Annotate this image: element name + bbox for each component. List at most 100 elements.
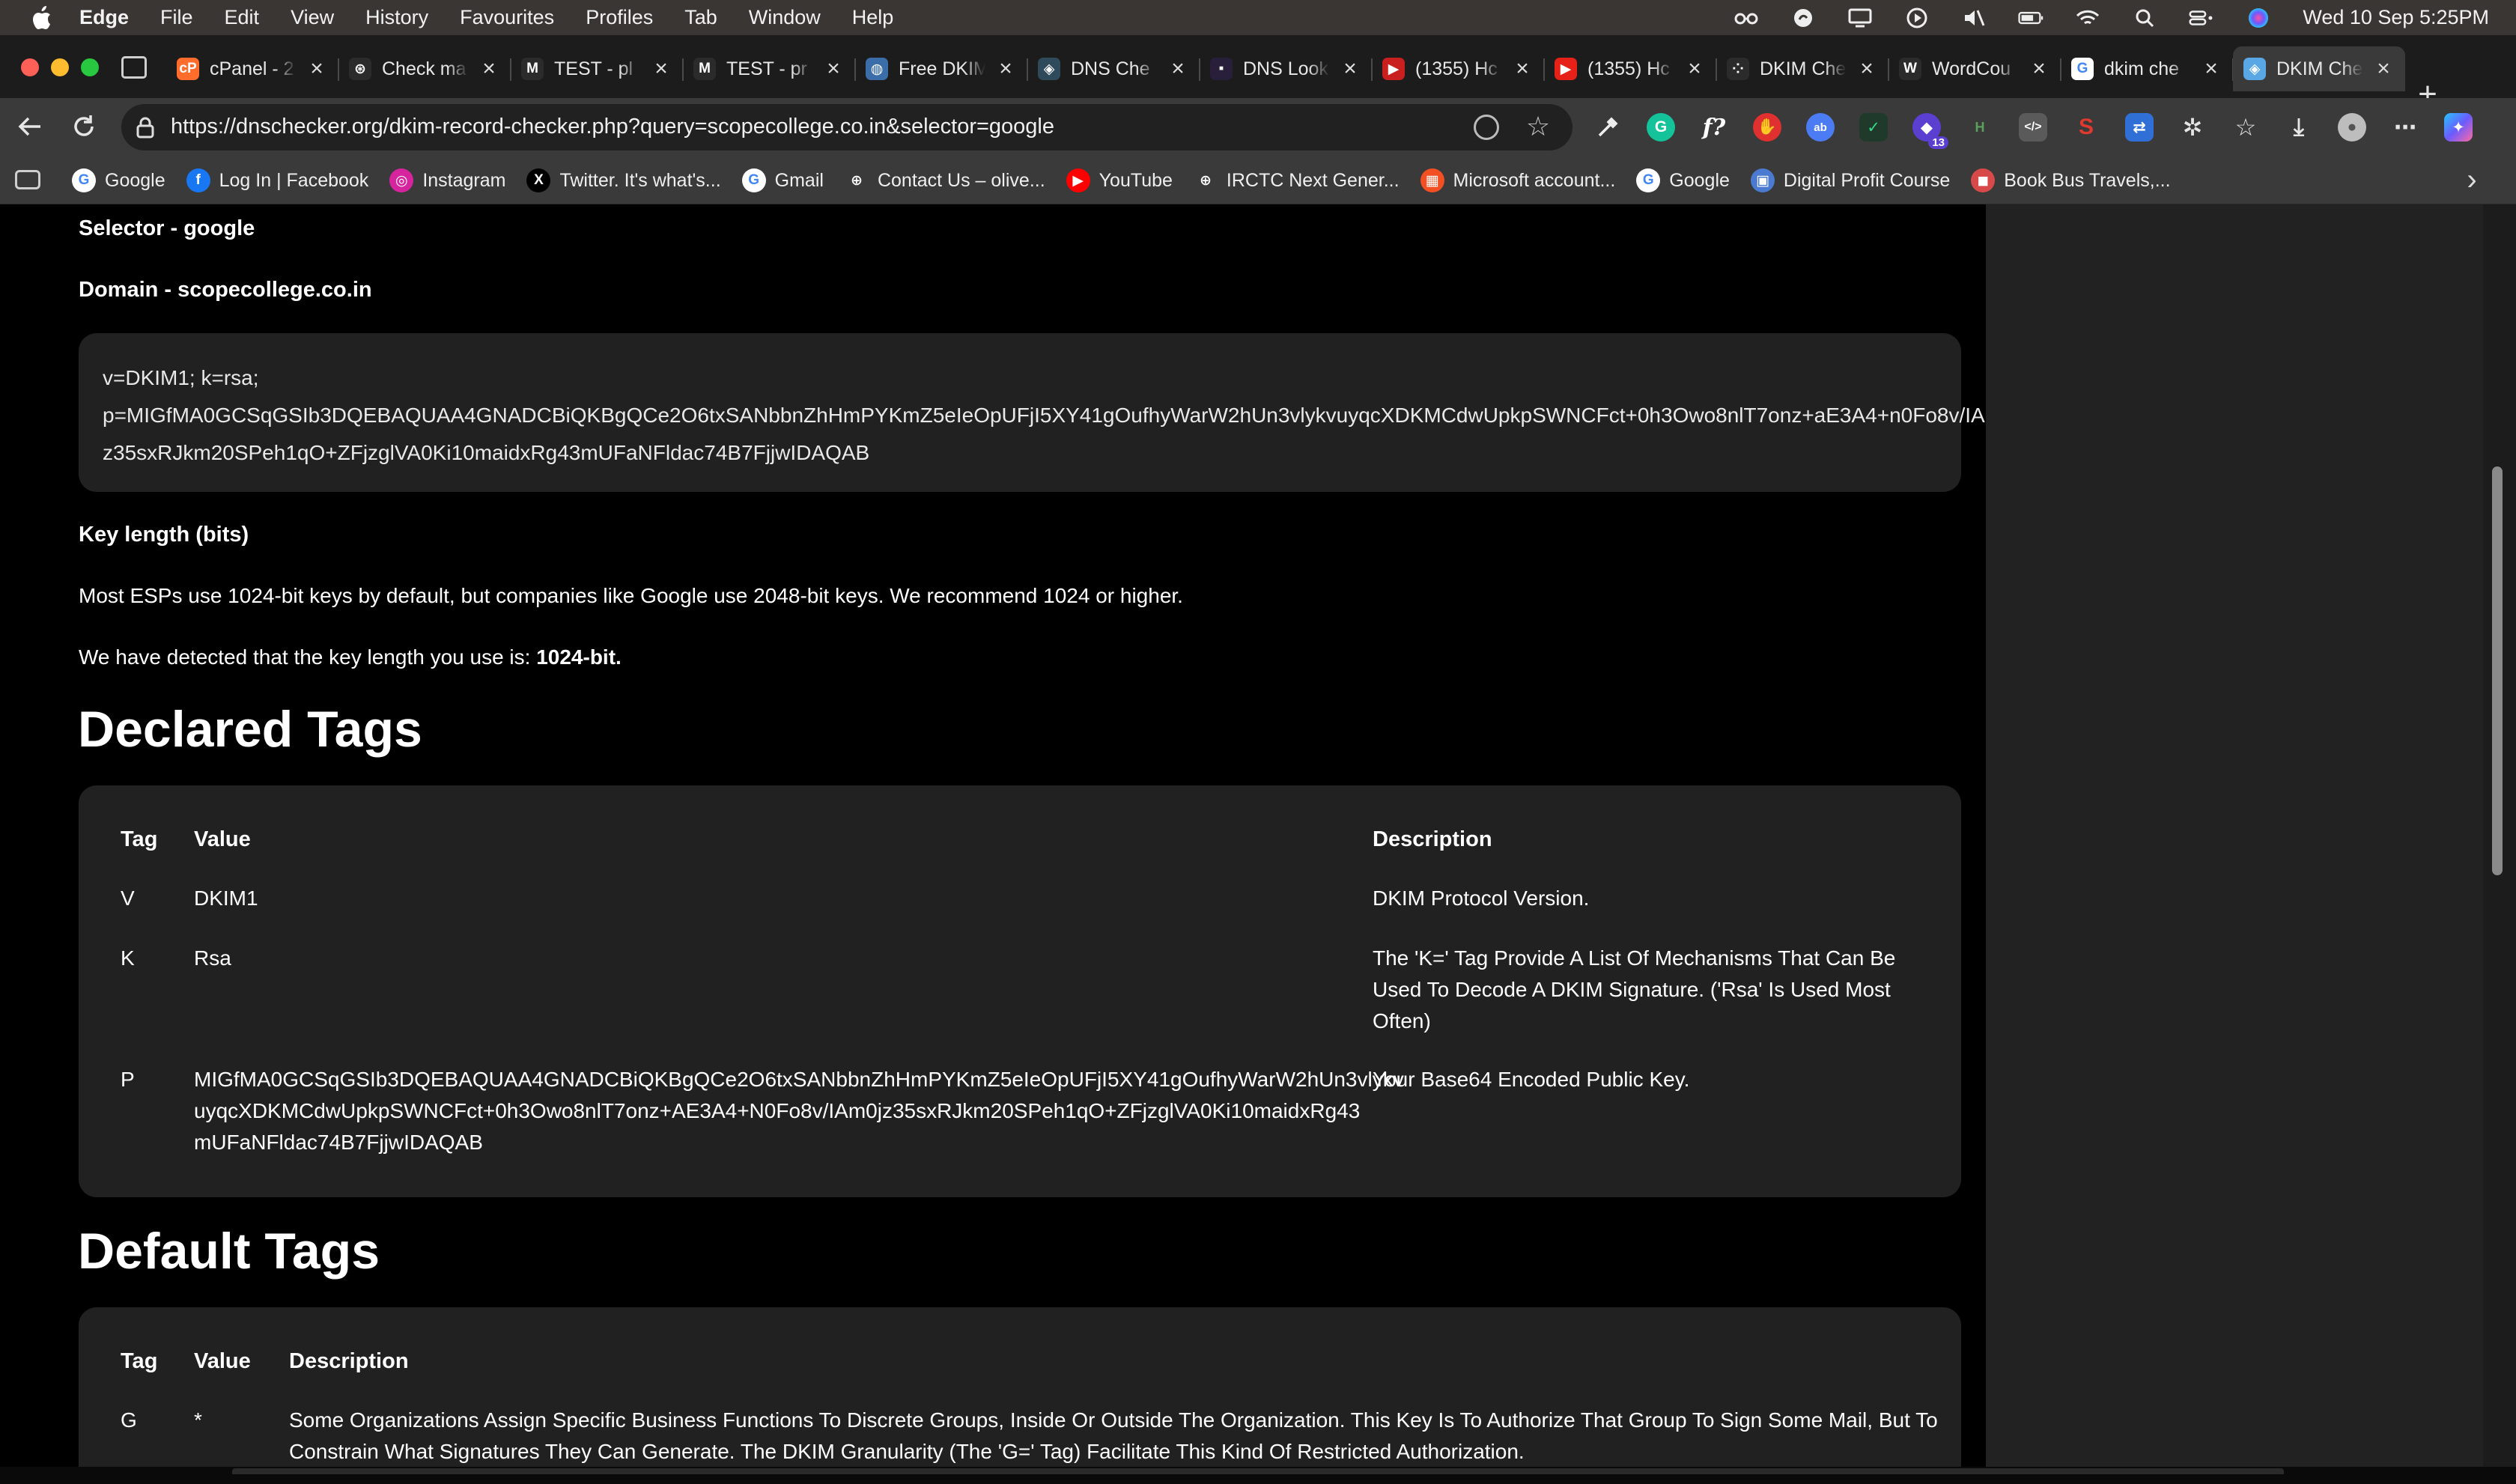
bookmark-label: IRCTC Next Gener... — [1226, 169, 1400, 191]
bookmark-item[interactable]: ⊕ IRCTC Next Gener... — [1193, 168, 1400, 192]
bookmark-item[interactable]: ▦ Microsoft account... — [1420, 168, 1616, 192]
tab-actions-menu-icon[interactable] — [121, 56, 147, 79]
control-center-icon[interactable] — [2189, 7, 2214, 29]
wifi-icon[interactable] — [2075, 7, 2100, 29]
browser-tab[interactable]: ◍ Free DKIM × — [855, 46, 1028, 91]
grammarly-extension-icon[interactable]: G — [1647, 113, 1675, 142]
battery-icon[interactable] — [2018, 7, 2044, 29]
siri-icon[interactable] — [2246, 7, 2271, 29]
spotlight-search-icon[interactable] — [2132, 7, 2157, 29]
glasses-icon[interactable] — [1733, 7, 1759, 29]
browser-tab[interactable]: ▶ (1355) Hc × — [1544, 46, 1717, 91]
tab-close-icon[interactable]: × — [1339, 58, 1361, 80]
browser-tab[interactable]: ◈ DKIM Che × — [2233, 46, 2405, 91]
play-circle-icon[interactable] — [1904, 7, 1930, 29]
tab-close-icon[interactable]: × — [306, 58, 328, 80]
browser-tab[interactable]: ▪ DNS Look × — [1200, 46, 1373, 91]
tab-title: dkim che — [2104, 58, 2180, 79]
tab-close-icon[interactable]: × — [2372, 58, 2395, 80]
browser-tab[interactable]: M TEST - pl × — [511, 46, 684, 91]
screenshot-extension-icon[interactable]: ⇄ — [2125, 113, 2154, 142]
menu-view[interactable]: View — [291, 6, 334, 29]
formula-extension-icon[interactable]: f? — [1700, 113, 1728, 142]
downloads-icon[interactable]: ⤓ — [2285, 113, 2313, 142]
bookmark-favicon-icon: f — [186, 168, 210, 192]
menu-profiles[interactable]: Profiles — [586, 6, 653, 29]
bookmark-item[interactable]: G Gmail — [741, 168, 824, 192]
menu-help[interactable]: Help — [852, 6, 894, 29]
menu-bar-clock[interactable]: Wed 10 Sep 5:25PM — [2303, 6, 2489, 29]
default-tags-table: Tag Value Description G * Some Organizat… — [79, 1307, 1961, 1467]
bookmark-item[interactable]: G Google — [1636, 168, 1730, 192]
bookmark-item[interactable]: ▶ YouTube — [1066, 168, 1173, 192]
bookmark-label: Microsoft account... — [1453, 169, 1616, 191]
mute-icon[interactable] — [1961, 7, 1987, 29]
tab-close-icon[interactable]: × — [1167, 58, 1189, 80]
browser-tab[interactable]: cP cPanel - 2 × — [166, 46, 339, 91]
bookmark-item[interactable]: ◎ Instagram — [389, 168, 505, 192]
menu-history[interactable]: History — [365, 6, 428, 29]
tab-close-icon[interactable]: × — [1856, 58, 1878, 80]
browser-tab[interactable]: ⁘ DKIM Che × — [1716, 46, 1889, 91]
menu-favourites[interactable]: Favourites — [460, 6, 554, 29]
profile-avatar-icon[interactable]: ● — [2338, 113, 2366, 142]
seo-extension-icon[interactable]: S — [2072, 113, 2100, 142]
bookmark-item[interactable]: f Log In | Facebook — [186, 168, 368, 192]
check-extension-icon[interactable]: ✓ — [1859, 113, 1888, 142]
scribble-icon[interactable] — [1790, 7, 1816, 29]
code-extension-icon[interactable]: </> — [2019, 113, 2047, 142]
bookmarks-more-chevron-icon[interactable]: › — [2459, 165, 2485, 195]
sidebar-toggle-icon[interactable] — [15, 170, 40, 189]
declared-row-v-value: DKIM1 — [194, 887, 258, 910]
bookmark-item[interactable]: X Twitter. It's what's... — [526, 168, 721, 192]
bookmark-item[interactable]: ⊕ Contact Us – olive... — [844, 168, 1045, 192]
more-menu-icon[interactable]: ⋯ — [2391, 113, 2419, 142]
bot-extension-icon[interactable]: ◆ 13 — [1912, 113, 1948, 149]
translate-extension-icon[interactable]: ab — [1806, 113, 1835, 142]
display-icon[interactable] — [1847, 7, 1873, 29]
hunter-extension-icon[interactable]: H — [1966, 113, 1994, 142]
page-scrollbar-thumb[interactable] — [2492, 466, 2503, 875]
declared-row-v-description: DKIM Protocol Version. — [1373, 887, 1590, 910]
bookmark-item[interactable]: ◼ Book Bus Travels,... — [1971, 168, 2171, 192]
bookmark-item[interactable]: G Google — [72, 168, 165, 192]
tab-close-icon[interactable]: × — [1683, 58, 1706, 80]
menu-tab[interactable]: Tab — [684, 6, 717, 29]
apple-menu-icon[interactable] — [28, 5, 54, 31]
browser-tab[interactable]: ⊛ Check ma × — [338, 46, 511, 91]
address-bar-url[interactable]: https://dnschecker.org/dkim-record-check… — [171, 115, 1054, 139]
tab-close-icon[interactable]: × — [2200, 58, 2222, 80]
tab-favicon-icon: ▶ — [1382, 58, 1405, 80]
reader-mode-icon[interactable] — [1474, 115, 1499, 140]
eyedropper-extension-icon[interactable] — [1593, 113, 1622, 142]
menu-file[interactable]: File — [160, 6, 193, 29]
reload-button[interactable] — [67, 112, 100, 145]
window-zoom-button[interactable] — [81, 58, 99, 76]
favourites-list-icon[interactable]: ☆ — [2231, 113, 2260, 142]
tab-close-icon[interactable]: × — [478, 58, 500, 80]
extensions-puzzle-icon[interactable]: ✲ — [2178, 113, 2207, 142]
menu-edit[interactable]: Edit — [225, 6, 260, 29]
menu-window[interactable]: Window — [749, 6, 821, 29]
browser-tab[interactable]: ◈ DNS Che × — [1027, 46, 1200, 91]
tab-close-icon[interactable]: × — [994, 58, 1017, 80]
tab-close-icon[interactable]: × — [822, 58, 845, 80]
browser-tab[interactable]: Gdkim che × — [2061, 46, 2234, 91]
browser-tab[interactable]: ▶ (1355) Hc × — [1372, 46, 1545, 91]
tab-close-icon[interactable]: × — [2028, 58, 2050, 80]
window-close-button[interactable] — [21, 58, 39, 76]
favourite-star-icon[interactable]: ☆ — [1522, 110, 1555, 143]
bookmark-item[interactable]: ▣ Digital Profit Course — [1750, 168, 1950, 192]
copilot-icon[interactable]: ✦ — [2444, 113, 2473, 142]
default-row-g-description-line: Some Organizations Assign Specific Busin… — [289, 1408, 1938, 1432]
tab-close-icon[interactable]: × — [1511, 58, 1534, 80]
back-button[interactable] — [13, 112, 46, 145]
browser-tab[interactable]: M TEST - pr × — [683, 46, 856, 91]
app-menu-edge[interactable]: Edge — [79, 6, 129, 29]
address-bar[interactable]: https://dnschecker.org/dkim-record-check… — [121, 104, 1572, 150]
site-info-lock-icon[interactable] — [132, 115, 159, 142]
adblock-extension-icon[interactable]: ✋ — [1753, 113, 1781, 142]
tab-close-icon[interactable]: × — [650, 58, 672, 80]
browser-tab[interactable]: W WordCou × — [1888, 46, 2061, 91]
window-minimize-button[interactable] — [51, 58, 69, 76]
